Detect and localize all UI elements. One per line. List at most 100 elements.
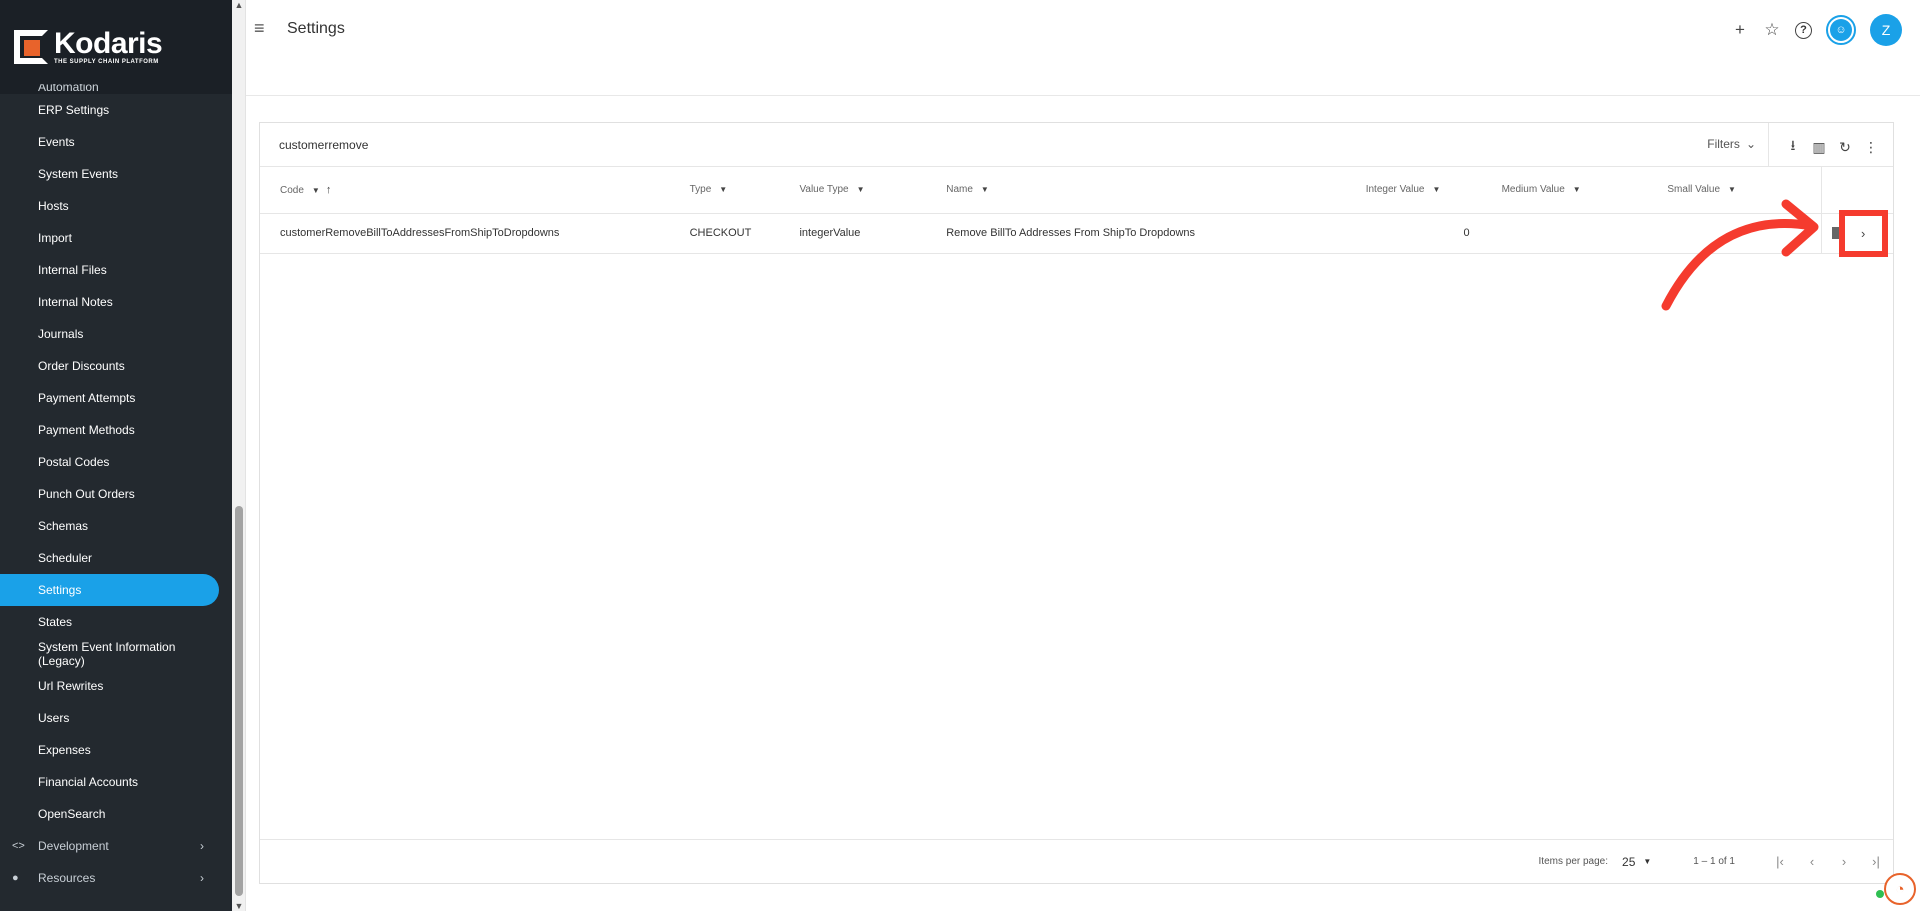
table-tools: ⭳ ▥ ↻ ⋮ [1785,135,1879,159]
page-title: Settings [287,20,345,37]
sidebar-item-payment-attempts[interactable]: Payment Attempts [0,382,220,414]
settings-table: Code ▼ ↑ Type ▼ Value Type ▼ Name ▼ Integer V… [260,167,1893,257]
previous-page-icon[interactable]: ‹ [1805,854,1819,869]
pager-controls: |‹ ‹ › ›| [1773,854,1883,869]
user-avatar[interactable]: Z [1870,14,1902,46]
filters-label: Filters [1707,137,1740,151]
sidebar-item-erp-settings[interactable]: ERP Settings [0,94,220,126]
sidebar-item-url-rewrites[interactable]: Url Rewrites [0,670,220,702]
cell-integer-value: 0 [1365,213,1480,254]
sidebar-item-payment-methods[interactable]: Payment Methods [0,414,220,446]
top-header: ≡ Settings + ☆ ? ☺ Z [246,0,1920,96]
sidebar-nav: Automation ERP Settings Events System Ev… [0,84,220,894]
assistant-bot-button[interactable]: ☺ [1826,15,1856,45]
sidebar-item-postal-codes[interactable]: Postal Codes [0,446,220,478]
sidebar-item-system-events[interactable]: System Events [0,158,220,190]
cell-medium-value [1479,213,1648,254]
next-page-icon[interactable]: › [1837,854,1851,869]
brand-tagline: THE SUPPLY CHAIN PLATFORM [54,58,159,65]
column-header-small-value[interactable]: Small Value ▼ [1647,167,1822,214]
robot-icon: ☺ [1830,19,1852,41]
table-header-row: Code ▼ ↑ Type ▼ Value Type ▼ Name ▼ Integer V… [260,167,1893,214]
scroll-up-icon[interactable]: ▲ [234,0,244,10]
cell-code: customerRemoveBillToAddressesFromShipToD… [260,213,690,254]
columns-icon[interactable]: ▥ [1811,139,1827,156]
sidebar-item-users[interactable]: Users [0,702,220,734]
table-paginator: Items per page: 25 ▼ 1 – 1 of 1 |‹ ‹ › ›| [260,839,1893,883]
sidebar-group-development[interactable]: <> Development › [0,830,220,862]
sidebar-item-expenses[interactable]: Expenses [0,734,220,766]
sidebar-item-settings[interactable]: Settings [0,574,219,606]
chat-widget-button[interactable]: ◔ [1884,873,1916,905]
sidebar-item-financial-accounts[interactable]: Financial Accounts [0,766,220,798]
download-icon[interactable]: ⭳ [1785,135,1801,159]
online-status-dot [1876,890,1884,898]
column-header-integer-value[interactable]: Integer Value ▼ [1365,167,1480,214]
sidebar-group-resources[interactable]: ● Resources › [0,862,220,894]
sidebar-scrollbar[interactable]: ▲ ▼ [232,0,246,911]
caret-down-icon: ▼ [1643,857,1652,866]
column-header-code[interactable]: Code ▼ ↑ [260,167,690,214]
items-per-page-select[interactable]: 25 ▼ [1622,855,1651,869]
sidebar-item-schemas[interactable]: Schemas [0,510,220,542]
search-input[interactable] [279,138,679,152]
page-range-label: 1 – 1 of 1 [1693,856,1735,867]
more-vert-icon[interactable]: ⋮ [1863,139,1879,156]
row-actions: › [1822,209,1893,257]
toolbar-divider [1768,123,1769,167]
refresh-icon[interactable]: ↻ [1837,139,1853,156]
last-page-icon[interactable]: ›| [1869,854,1883,869]
sidebar-item-events[interactable]: Events [0,126,220,158]
cell-name: Remove BillTo Addresses From ShipTo Drop… [946,213,1366,254]
caret-down-icon: ▼ [980,185,989,195]
chevron-right-icon: › [1860,225,1866,241]
sidebar-item-journals[interactable]: Journals [0,318,220,350]
sidebar-item-import[interactable]: Import [0,222,220,254]
help-icon[interactable]: ? [1795,21,1812,39]
caret-down-icon: ▼ [856,185,865,195]
scroll-down-icon[interactable]: ▼ [234,901,244,911]
items-per-page-label: Items per page: [1538,856,1609,867]
chat-bubble-icon: ◔ [1895,880,1905,898]
sidebar-item-internal-notes[interactable]: Internal Notes [0,286,220,318]
settings-table-card: Filters ⌄ ⭳ ▥ ↻ ⋮ Code▼↑ Type▼ Value Typ… [259,122,1894,884]
column-header-type[interactable]: Type ▼ [689,167,800,214]
first-page-icon[interactable]: |‹ [1773,854,1787,869]
sidebar-group-label: Development [38,839,109,853]
caret-down-icon: ▼ [719,185,728,195]
cell-type: CHECKOUT [689,213,800,254]
add-icon[interactable]: + [1731,20,1749,40]
sidebar-item-hosts[interactable]: Hosts [0,190,220,222]
open-row-button[interactable]: › [1838,209,1888,257]
column-header-value-type[interactable]: Value Type ▼ [799,167,947,214]
help-circle-icon: ● [12,872,19,884]
sidebar-item-states[interactable]: States [0,606,220,638]
sidebar-item-scheduler[interactable]: Scheduler [0,542,220,574]
table-row[interactable]: customerRemoveBillToAddressesFromShipToD… [260,209,1893,257]
cell-value-type: integerValue [799,213,947,254]
table-toolbar: Filters ⌄ ⭳ ▥ ↻ ⋮ [260,123,1893,167]
star-icon[interactable]: ☆ [1763,20,1781,40]
kodaris-logo-icon [14,30,48,64]
sidebar-group-label: Resources [38,871,96,885]
cell-small-value [1647,213,1822,254]
hamburger-menu-icon[interactable]: ≡ [254,18,265,39]
caret-down-icon: ▼ [311,185,320,195]
sidebar-item-automation[interactable]: Automation [0,84,220,94]
caret-down-icon: ▼ [1572,185,1581,195]
sidebar-item-order-discounts[interactable]: Order Discounts [0,350,220,382]
cell-row-actions: › [1820,209,1893,257]
column-header-actions [1820,167,1893,214]
column-header-medium-value[interactable]: Medium Value ▼ [1479,167,1648,214]
code-icon: <> [12,840,25,852]
filters-button[interactable]: Filters ⌄ [1707,137,1756,151]
scrollbar-thumb[interactable] [235,506,243,896]
sidebar-item-internal-files[interactable]: Internal Files [0,254,220,286]
brand-logo[interactable]: Kodaris THE SUPPLY CHAIN PLATFORM [0,0,232,94]
sidebar-item-system-event-information[interactable]: System Event Information (Legacy) [0,638,220,670]
sidebar-item-opensearch[interactable]: OpenSearch [0,798,220,830]
column-header-name[interactable]: Name ▼ [946,167,1366,214]
caret-down-icon: ▼ [1432,185,1441,195]
sidebar-item-punch-out-orders[interactable]: Punch Out Orders [0,478,220,510]
brand-name: Kodaris [54,26,163,60]
